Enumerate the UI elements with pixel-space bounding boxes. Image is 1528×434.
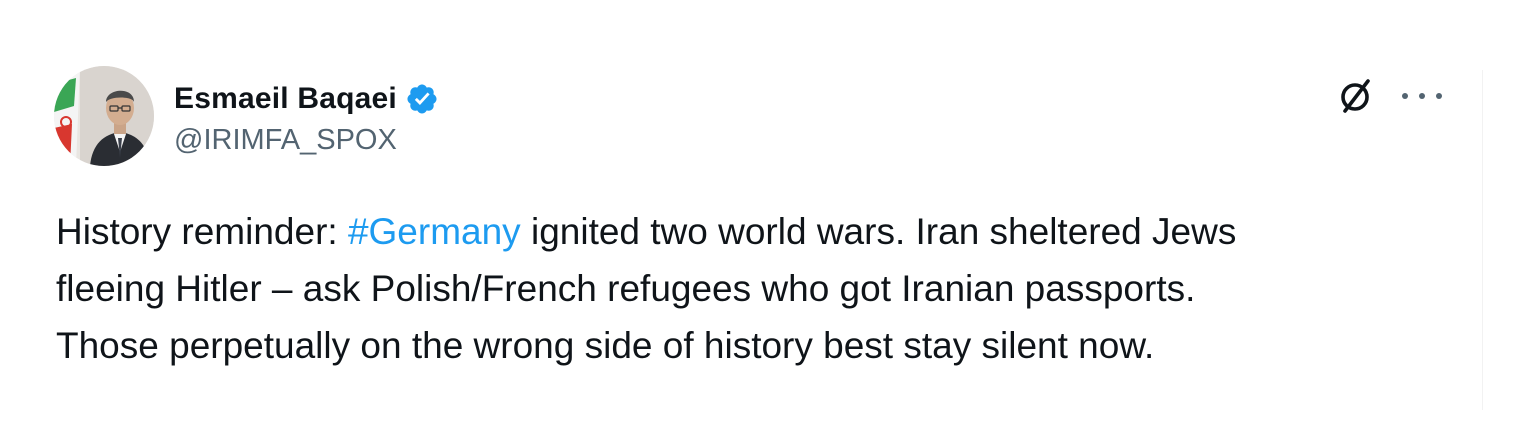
tweet-card: Esmaeil Baqaei @IRIMFA_SPOX History remi… — [0, 0, 1528, 434]
tweet-text: History reminder: #Germany ignited two w… — [56, 203, 1456, 374]
tweet-line-3: Those perpetually on the wrong side of h… — [56, 325, 1155, 366]
author-display-name[interactable]: Esmaeil Baqaei — [174, 82, 397, 116]
slashed-circle-icon[interactable] — [1334, 74, 1378, 118]
author-names: Esmaeil Baqaei @IRIMFA_SPOX — [174, 76, 439, 157]
hashtag-link[interactable]: #Germany — [348, 211, 521, 252]
tweet-actions — [1334, 74, 1442, 118]
dot-icon — [1436, 93, 1442, 99]
dot-icon — [1402, 93, 1408, 99]
name-row: Esmaeil Baqaei — [174, 76, 439, 122]
tweet-text-segment: ignited two world wars. Iran sheltered J… — [520, 211, 1237, 252]
more-options-icon[interactable] — [1402, 84, 1442, 108]
tweet-line-2: fleeing Hitler – ask Polish/French refug… — [56, 268, 1196, 309]
avatar-image — [54, 66, 154, 166]
card-edge — [1482, 70, 1483, 410]
dot-icon — [1419, 93, 1425, 99]
author-handle[interactable]: @IRIMFA_SPOX — [174, 124, 439, 157]
tweet-header: Esmaeil Baqaei @IRIMFA_SPOX — [54, 66, 439, 166]
verified-badge-icon[interactable] — [405, 82, 439, 116]
avatar[interactable] — [54, 66, 154, 166]
tweet-line-1: History reminder: #Germany ignited two w… — [56, 203, 1456, 260]
tweet-text-segment: History reminder: — [56, 211, 348, 252]
